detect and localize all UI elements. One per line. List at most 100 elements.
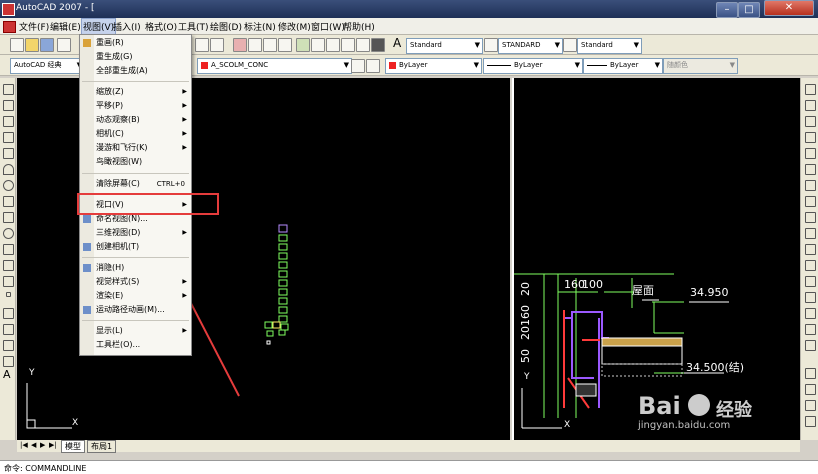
menu-draw[interactable]: 绘图(D) [210, 20, 242, 33]
tab-model[interactable]: 模型 [61, 440, 85, 453]
new-icon[interactable] [10, 38, 24, 52]
lineweight-select[interactable]: ByLayer ▼ [583, 58, 663, 74]
view-menu-item[interactable]: 鸟瞰视图(W) [80, 155, 191, 169]
offset-icon[interactable] [805, 132, 816, 143]
view-menu-item[interactable]: 显示(L) ▶ [80, 324, 191, 338]
hatch-icon[interactable] [3, 308, 14, 319]
view-menu-item[interactable]: 工具栏(O)... [80, 338, 191, 352]
calculator-icon[interactable] [371, 38, 385, 52]
copy-icon[interactable] [805, 100, 816, 111]
menu-file[interactable]: 文件(F) [19, 20, 49, 33]
pan-icon[interactable] [233, 38, 247, 52]
menu-dimension[interactable]: 标注(N) [244, 20, 276, 33]
make-block-icon[interactable] [3, 276, 14, 287]
array-icon[interactable] [805, 148, 816, 159]
rectangle-icon[interactable] [3, 148, 14, 159]
view-menu-item[interactable]: 动态观察(B) ▶ [80, 113, 191, 127]
revision-cloud-icon[interactable] [3, 196, 14, 207]
view-menu-item[interactable]: 消隐(H) [80, 261, 191, 275]
view-menu-item[interactable]: 运动路径动画(M)... [80, 303, 191, 317]
open-icon[interactable] [25, 38, 39, 52]
minimize-button[interactable]: – [716, 2, 738, 18]
dim-style-select[interactable]: STANDARD ▼ [498, 38, 563, 54]
make-current-layer-icon[interactable] [366, 59, 380, 73]
circle-icon[interactable] [3, 180, 14, 191]
view-menu-item[interactable]: 全部重生成(A) [80, 64, 191, 78]
menu-help[interactable]: 帮助(H) [343, 20, 375, 33]
menu-modify[interactable]: 修改(M) [278, 20, 311, 33]
table-style-select[interactable]: Standard ▼ [577, 38, 642, 54]
view-menu-item[interactable]: 重生成(G) [80, 50, 191, 64]
chamfer-icon[interactable] [805, 308, 816, 319]
draw-order-icon[interactable] [805, 368, 816, 379]
view-menu-item[interactable]: 平移(P) ▶ [80, 99, 191, 113]
arc-icon[interactable] [3, 164, 14, 175]
sheet-set-icon[interactable] [341, 38, 355, 52]
view-menu-item[interactable]: 缩放(Z) ▶ [80, 85, 191, 99]
ellipse-arc-icon[interactable] [3, 244, 14, 255]
text-style-select[interactable]: Standard ▼ [406, 38, 483, 54]
properties-icon[interactable] [296, 38, 310, 52]
rotate-icon[interactable] [805, 180, 816, 191]
menu-edit[interactable]: 编辑(E) [50, 20, 81, 33]
layer-select[interactable]: A_SCOLM_CONC ▼ [197, 58, 352, 74]
color-select[interactable]: ByLayer ▼ [385, 58, 482, 74]
fillet-icon[interactable] [805, 324, 816, 335]
bring-above-icon[interactable] [805, 416, 816, 427]
polyline-icon[interactable] [3, 116, 14, 127]
workspace-select[interactable]: AutoCAD 经典▼ [10, 58, 85, 74]
tab-layout1[interactable]: 布局1 [87, 440, 117, 453]
close-button[interactable]: ✕ [764, 0, 814, 16]
point-icon[interactable] [6, 292, 11, 297]
bring-front-icon[interactable] [805, 384, 816, 395]
menu-tools[interactable]: 工具(T) [178, 20, 209, 33]
zoom-previous-icon[interactable] [278, 38, 292, 52]
undo-icon[interactable] [195, 38, 209, 52]
region-icon[interactable] [3, 340, 14, 351]
multiline-text-icon[interactable]: A [3, 369, 12, 380]
view-menu-item[interactable]: 相机(C) ▶ [80, 127, 191, 141]
gradient-icon[interactable] [3, 324, 14, 335]
save-icon[interactable] [40, 38, 54, 52]
join-icon[interactable] [805, 292, 816, 303]
view-menu-item[interactable]: 视觉样式(S) ▶ [80, 275, 191, 289]
view-menu-item[interactable]: 渲染(E) ▶ [80, 289, 191, 303]
zoom-window-icon[interactable] [263, 38, 277, 52]
move-icon[interactable] [805, 164, 816, 175]
break-at-point-icon[interactable] [805, 260, 816, 271]
break-icon[interactable] [805, 276, 816, 287]
menu-window[interactable]: 窗口(W) [311, 20, 345, 33]
tab-nav-next-icon[interactable]: ▶ [40, 441, 45, 449]
stretch-icon[interactable] [805, 212, 816, 223]
detail-viewport[interactable]: 160 100 20 20160 50 屋面 34.950 34.500(结) … [512, 78, 800, 440]
view-menu-item[interactable]: 漫游和飞行(K) ▶ [80, 141, 191, 155]
view-menu-item[interactable]: 三维视图(D) ▶ [80, 226, 191, 240]
trim-icon[interactable] [805, 228, 816, 239]
extend-icon[interactable] [805, 244, 816, 255]
polygon-icon[interactable] [3, 132, 14, 143]
print-icon[interactable] [57, 38, 71, 52]
layer-previous-icon[interactable] [351, 59, 365, 73]
view-menu-item[interactable]: 创建相机(T) [80, 240, 191, 254]
construction-line-icon[interactable] [3, 100, 14, 111]
ellipse-icon[interactable] [3, 228, 14, 239]
linetype-select[interactable]: ByLayer ▼ [483, 58, 583, 74]
document-icon[interactable] [3, 21, 16, 33]
line-icon[interactable] [3, 84, 14, 95]
insert-block-icon[interactable] [3, 260, 14, 271]
scale-icon[interactable] [805, 196, 816, 207]
design-center-icon[interactable] [311, 38, 325, 52]
mirror-icon[interactable] [805, 116, 816, 127]
menu-insert[interactable]: 插入(I) [113, 20, 141, 33]
tab-nav-first-icon[interactable]: |◀ [20, 441, 28, 449]
tool-palettes-icon[interactable] [326, 38, 340, 52]
menu-format[interactable]: 格式(O) [145, 20, 177, 33]
tab-nav-last-icon[interactable]: ▶| [49, 441, 57, 449]
maximize-button[interactable]: □ [738, 2, 760, 18]
command-line[interactable]: 命令: COMMANDLINE [0, 460, 818, 474]
tab-nav-prev-icon[interactable]: ◀ [31, 441, 36, 449]
explode-icon[interactable] [805, 340, 816, 351]
plotstyle-select[interactable]: 随颜色 ▼ [663, 58, 738, 74]
erase-icon[interactable] [805, 84, 816, 95]
view-menu-item[interactable]: 重画(R) [80, 36, 191, 50]
